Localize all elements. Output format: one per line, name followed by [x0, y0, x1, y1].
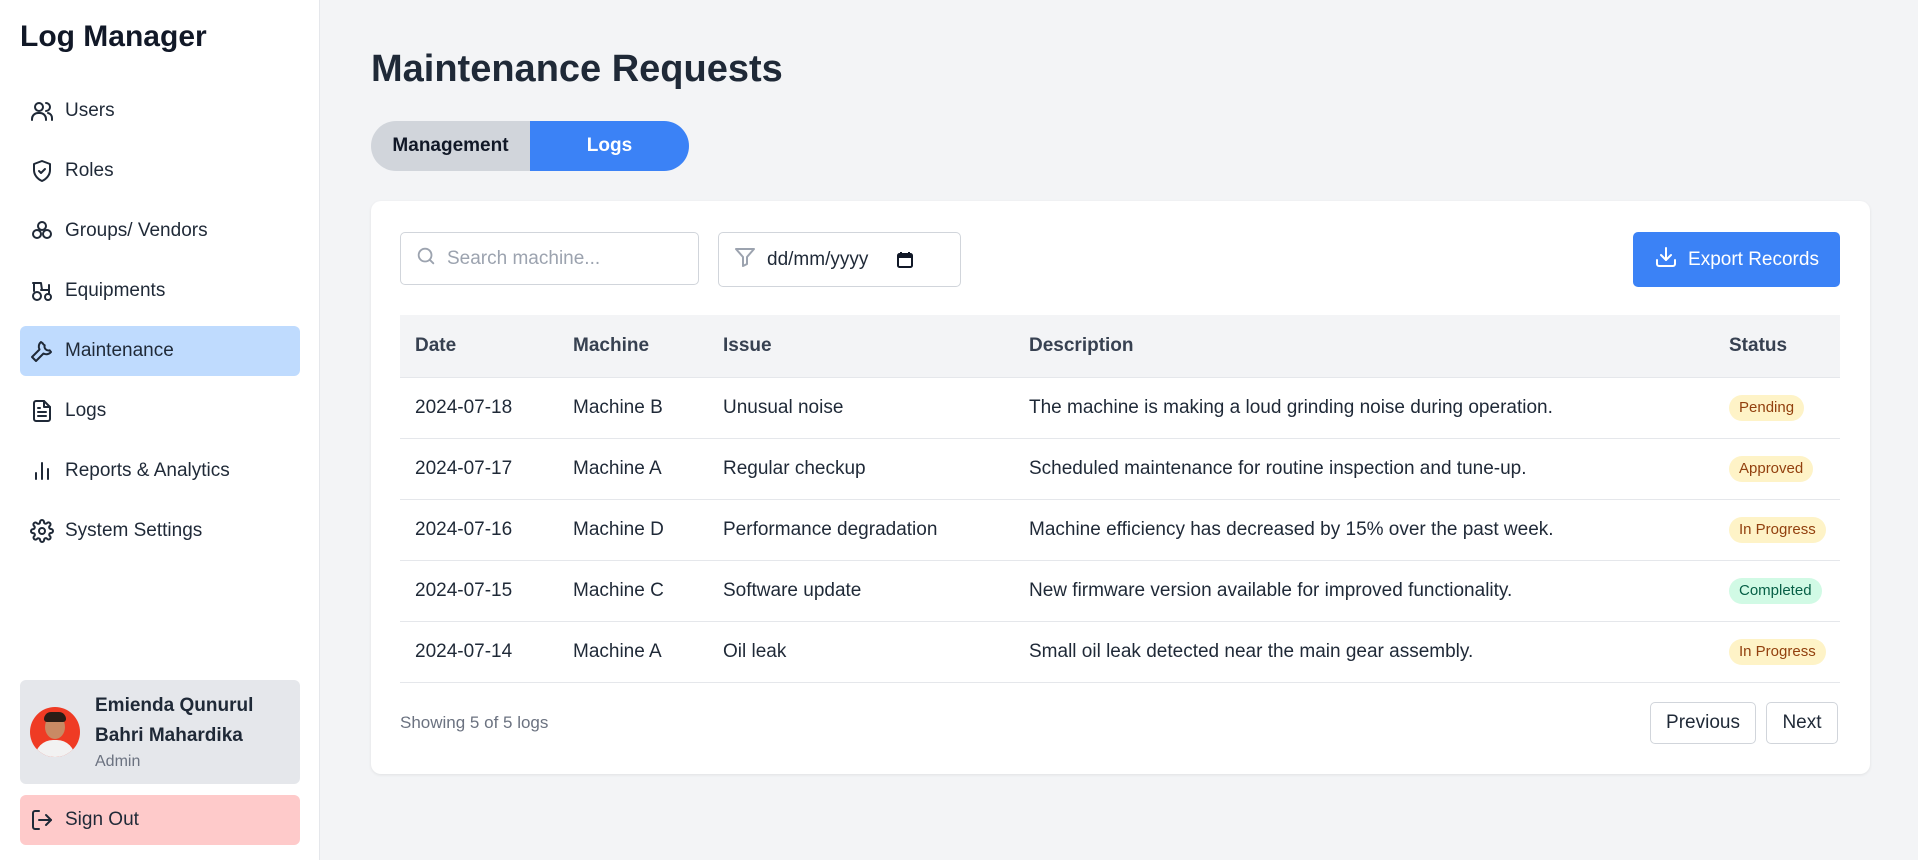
sidebar: Log Manager Users Roles Groups/ Vendors …	[0, 0, 320, 860]
table-row[interactable]: 2024-07-17 Machine A Regular checkup Sch…	[400, 438, 1840, 499]
sidebar-item-maintenance[interactable]: Maintenance	[20, 326, 300, 376]
pagination: Previous Next	[1650, 702, 1838, 744]
export-records-button[interactable]: Export Records	[1633, 232, 1840, 287]
cell-description: Small oil leak detected near the main ge…	[1029, 640, 1474, 662]
tab-group: Management Logs	[371, 121, 689, 171]
cell-machine: Machine D	[573, 518, 664, 540]
sidebar-item-roles[interactable]: Roles	[20, 146, 300, 196]
user-card[interactable]: Emienda Qunurul Bahri Mahardika Admin	[20, 680, 300, 784]
next-button[interactable]: Next	[1766, 702, 1838, 744]
shield-check-icon	[30, 159, 54, 183]
cell-issue: Regular checkup	[723, 457, 866, 479]
table-row[interactable]: 2024-07-16 Machine D Performance degrada…	[400, 499, 1840, 560]
search-input[interactable]	[447, 247, 687, 270]
date-input[interactable]: dd/mm/yyyy	[767, 249, 868, 271]
sidebar-nav: Users Roles Groups/ Vendors Equipments M…	[20, 86, 300, 566]
cell-issue: Unusual noise	[723, 396, 844, 418]
column-header-status[interactable]: Status	[1714, 315, 1840, 378]
sidebar-item-label: Reports & Analytics	[65, 460, 230, 481]
cell-issue: Oil leak	[723, 640, 787, 662]
status-badge: In Progress	[1729, 516, 1826, 543]
logs-card: dd/mm/yyyy Export Records Date Machine I…	[371, 201, 1870, 774]
user-role: Admin	[95, 753, 141, 770]
sidebar-item-system-settings[interactable]: System Settings	[20, 506, 300, 556]
filter-icon	[733, 245, 757, 274]
cell-machine: Machine A	[573, 457, 662, 479]
cell-description: The machine is making a loud grinding no…	[1029, 396, 1553, 418]
users-icon	[30, 99, 54, 123]
search-icon	[415, 245, 437, 272]
column-header-date[interactable]: Date	[400, 315, 558, 378]
sidebar-item-reports-analytics[interactable]: Reports & Analytics	[20, 446, 300, 496]
tab-logs[interactable]: Logs	[530, 121, 689, 171]
sidebar-item-logs[interactable]: Logs	[20, 386, 300, 436]
sidebar-item-users[interactable]: Users	[20, 86, 300, 136]
tractor-icon	[30, 279, 54, 303]
cell-date: 2024-07-16	[415, 518, 513, 540]
cell-machine: Machine B	[573, 396, 663, 418]
sidebar-item-label: Users	[65, 100, 115, 121]
column-header-machine[interactable]: Machine	[558, 315, 708, 378]
bar-chart-icon	[30, 459, 54, 483]
groups-icon	[30, 219, 54, 243]
cell-issue: Software update	[723, 579, 862, 601]
status-badge: In Progress	[1729, 638, 1826, 665]
search-box[interactable]	[400, 232, 699, 285]
previous-button[interactable]: Previous	[1650, 702, 1756, 744]
cell-description: Machine efficiency has decreased by 15% …	[1029, 518, 1554, 540]
tab-management[interactable]: Management	[371, 121, 530, 171]
gear-icon	[30, 519, 54, 543]
sidebar-item-label: System Settings	[65, 520, 203, 541]
status-badge: Completed	[1729, 577, 1822, 604]
avatar	[30, 707, 80, 757]
app-title: Log Manager	[20, 20, 207, 53]
status-badge: Pending	[1729, 394, 1805, 421]
cell-issue: Performance degradation	[723, 518, 938, 540]
table-header-row: Date Machine Issue Description Status	[400, 315, 1840, 378]
cell-description: Scheduled maintenance for routine inspec…	[1029, 457, 1527, 479]
table-row[interactable]: 2024-07-18 Machine B Unusual noise The m…	[400, 377, 1840, 438]
status-badge: Approved	[1729, 455, 1814, 482]
sidebar-item-label: Groups/ Vendors	[65, 220, 208, 241]
sidebar-item-label: Roles	[65, 160, 114, 181]
page-title: Maintenance Requests	[371, 48, 783, 90]
sidebar-item-label: Logs	[65, 400, 107, 421]
sign-out-label: Sign Out	[65, 809, 139, 830]
column-header-description[interactable]: Description	[1014, 315, 1714, 378]
cell-date: 2024-07-15	[415, 579, 513, 601]
table-row[interactable]: 2024-07-15 Machine C Software update New…	[400, 560, 1840, 621]
cell-date: 2024-07-14	[415, 640, 513, 662]
pagination-summary: Showing 5 of 5 logs	[400, 713, 549, 732]
cell-date: 2024-07-17	[415, 457, 513, 479]
download-icon	[1654, 245, 1688, 275]
column-header-issue[interactable]: Issue	[708, 315, 1014, 378]
wrench-icon	[30, 339, 54, 363]
document-icon	[30, 399, 54, 423]
export-label: Export Records	[1688, 248, 1819, 270]
date-filter[interactable]: dd/mm/yyyy	[718, 232, 961, 287]
logs-table: Date Machine Issue Description Status 20…	[400, 315, 1840, 683]
cell-machine: Machine A	[573, 640, 662, 662]
sidebar-item-equipments[interactable]: Equipments	[20, 266, 300, 316]
sidebar-item-label: Maintenance	[65, 340, 174, 361]
sign-out-icon	[30, 808, 54, 832]
sidebar-item-label: Equipments	[65, 280, 166, 301]
cell-date: 2024-07-18	[415, 396, 513, 418]
cell-description: New firmware version available for impro…	[1029, 579, 1513, 601]
calendar-icon[interactable]	[896, 251, 914, 269]
user-name: Emienda Qunurul Bahri Mahardika	[95, 695, 254, 746]
sign-out-button[interactable]: Sign Out	[20, 795, 300, 845]
table-row[interactable]: 2024-07-14 Machine A Oil leak Small oil …	[400, 621, 1840, 682]
sidebar-item-groups-vendors[interactable]: Groups/ Vendors	[20, 206, 300, 256]
cell-machine: Machine C	[573, 579, 664, 601]
